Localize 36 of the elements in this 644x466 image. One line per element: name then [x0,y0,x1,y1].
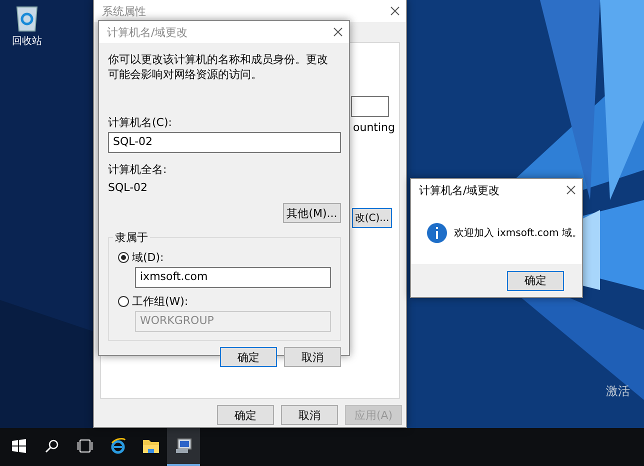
description-text: 你可以更改该计算机的名称和成员身份。更改可能会影响对网络资源的访问。 [108,52,329,82]
activation-text: 激活 [606,383,630,400]
recycle-bin-icon[interactable] [14,4,40,32]
close-icon[interactable] [333,27,343,37]
info-icon [427,222,447,242]
computer-name-field[interactable]: SQL-02 [108,132,341,153]
more-button[interactable]: 其他(M)... [283,203,341,223]
field-label: 计算机名(C): [108,115,173,130]
window-title: 系统属性 [102,4,146,18]
window-title: 计算机名/域更改 [107,24,188,40]
windows-logo-icon[interactable] [12,439,26,453]
search-icon[interactable] [44,439,58,453]
desktop-icon-label[interactable]: 回收站 [12,34,42,48]
taskbar-item[interactable] [167,428,200,466]
computer-icon[interactable] [174,438,192,454]
dialog-button[interactable]: 确定 [217,405,274,425]
close-icon[interactable] [390,6,400,16]
full-name-text: SQL-02 [108,181,149,194]
radio-label[interactable]: 域(D): [132,250,164,265]
message-text: 欢迎加入 ixmsoft.com 域。 [454,226,582,240]
close-icon[interactable] [566,185,576,195]
browser-e-icon[interactable] [110,438,126,454]
dialog-button[interactable]: 确定 [220,347,277,367]
change-button[interactable]: 改(C)... [352,208,392,228]
task-view-icon[interactable] [76,439,92,453]
description-field[interactable] [351,96,389,117]
dialog-button[interactable]: 取消 [281,405,338,425]
radio-button[interactable] [118,252,129,263]
group-title: 隶属于 [113,230,150,245]
member-field[interactable]: ixmsoft.com [135,267,331,288]
ok-button[interactable]: 确定 [507,270,564,290]
dialog-button[interactable]: 取消 [284,347,341,367]
description-text: ounting [353,121,395,134]
field-label: 计算机全名: [108,162,168,177]
folder-icon[interactable] [142,439,158,453]
window-title: 计算机名/域更改 [419,182,500,198]
